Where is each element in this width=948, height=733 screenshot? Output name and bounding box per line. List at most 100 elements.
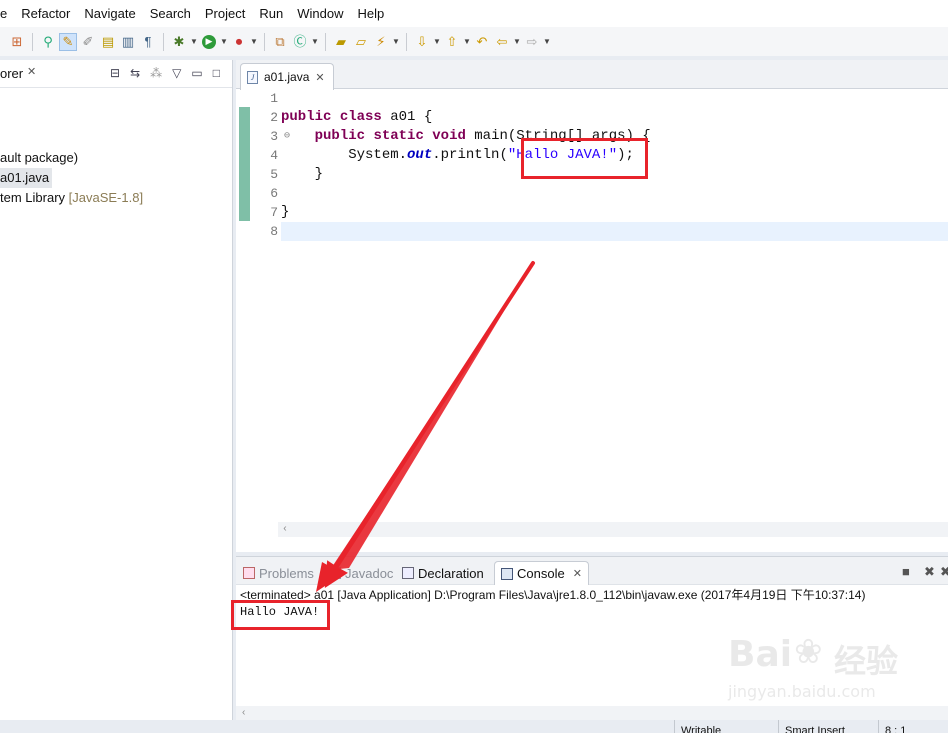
chevron-down-icon[interactable]: ▼ (190, 33, 198, 51)
block-selection-icon[interactable]: ▤ (99, 33, 117, 51)
chevron-down-icon[interactable]: ▼ (250, 33, 258, 51)
horizontal-scrollbar[interactable]: ‹ (278, 522, 948, 537)
status-cursor-position: 8 : 1 (878, 720, 948, 733)
status-bar: Writable Smart Insert 8 : 1 (0, 720, 948, 733)
new-class-icon[interactable]: Ⓒ (291, 33, 309, 51)
run-icon[interactable]: ▶ (200, 33, 218, 51)
chevron-down-icon[interactable]: ▼ (392, 33, 400, 51)
remove-all-icon[interactable]: ✖ (940, 564, 948, 580)
status-writable: Writable (674, 720, 774, 733)
code-line: public class a01 { (281, 108, 948, 127)
code-token: public (281, 109, 332, 125)
console-icon (501, 567, 513, 580)
chevron-down-icon[interactable]: ▼ (543, 33, 551, 51)
maximize-icon[interactable]: □ (213, 66, 220, 80)
code-token: System. (348, 147, 408, 163)
edit-icon[interactable]: ✐ (79, 33, 97, 51)
tree-item-decoration: [JavaSE-1.8] (68, 190, 144, 205)
explorer-title[interactable]: orer (0, 66, 23, 81)
tree-item-label: ault package) (0, 150, 79, 165)
new-icon[interactable]: ⊞ (8, 33, 26, 51)
menu-run[interactable]: Run (252, 0, 290, 27)
tree-item-a01-java[interactable]: a01.java (0, 168, 53, 188)
horizontal-scrollbar[interactable]: ‹ (236, 706, 948, 720)
menu-help[interactable]: Help (350, 0, 391, 27)
tab-label: Console (517, 566, 565, 581)
tab-label: a01.java (264, 70, 310, 84)
tree-item-label: tem Library (0, 190, 69, 205)
menu-project[interactable]: Project (198, 0, 252, 27)
mark-occurrences-icon[interactable]: ✎ (59, 32, 77, 51)
line-number: 5 (270, 167, 278, 182)
chevron-down-icon[interactable]: ▼ (220, 33, 228, 51)
menu-search[interactable]: Search (143, 0, 198, 27)
line-number-gutter: 1 2 3 ⊖ 4 5 6 7 8 (256, 89, 290, 241)
chevron-down-icon[interactable]: ▼ (433, 33, 441, 51)
javadoc-icon (329, 567, 341, 579)
filter-icon[interactable]: ⁂ (150, 66, 162, 80)
code-token: .println( (432, 147, 508, 163)
previous-annotation-icon[interactable]: ⇧ (443, 33, 461, 51)
view-menu-icon[interactable]: ▽ (172, 66, 181, 80)
menu-bar: e Refactor Navigate Search Project Run W… (0, 0, 948, 27)
minimize-icon[interactable]: ▭ (191, 66, 202, 80)
line-number: 7 (270, 205, 278, 220)
show-whitespace-icon[interactable]: ¶ (139, 33, 157, 51)
line-number: 1 (270, 91, 278, 106)
chevron-down-icon[interactable]: ▼ (463, 33, 471, 51)
line-number: 3 ⊖ (270, 129, 290, 144)
new-package-icon[interactable]: ⧉ (271, 33, 289, 51)
main-toolbar: ⊞ ⚲ ✎ ✐ ▤ ▥ ¶ ✱ ▼ ▶ ▼ ⏺ ▼ ⧉ Ⓒ ▼ ▰ ▱ ⚡ ▼ … (0, 27, 948, 56)
tab-javadoc[interactable]: Javadoc (326, 561, 396, 585)
menu-refactor[interactable]: Refactor (14, 0, 77, 27)
toggle-breadcrumb-icon[interactable]: ⚲ (39, 33, 57, 51)
external-tools-icon[interactable]: ⏺ (230, 33, 248, 51)
tree-item-jre-library[interactable]: tem Library [JavaSE-1.8] (0, 188, 143, 208)
tree-item-label: a01.java (0, 170, 50, 185)
close-icon[interactable]: ✕ (315, 71, 324, 84)
menu-edit[interactable]: e (0, 0, 14, 27)
next-annotation-icon[interactable]: ⇩ (413, 33, 431, 51)
terminate-icon[interactable]: ■ (902, 564, 910, 579)
explorer-tab-bar: orer ✕ ⊟ ⇆ ⁂ ▽ ▭ □ (0, 60, 232, 88)
code-token: class (339, 109, 382, 125)
toolbar-separator (406, 32, 407, 51)
tab-label: Declaration (418, 565, 484, 581)
open-type-icon[interactable]: ▰ (332, 33, 350, 51)
search-icon[interactable]: ⚡ (372, 33, 390, 51)
chevron-down-icon[interactable]: ▼ (311, 33, 319, 51)
tab-console[interactable]: Console ✕ (494, 561, 589, 585)
tab-problems[interactable]: Problems (240, 561, 317, 585)
highlight-box-string (521, 138, 648, 179)
debug-icon[interactable]: ✱ (170, 33, 188, 51)
collapse-all-icon[interactable]: ⊟ (110, 66, 120, 80)
bottom-tab-bar: Problems Javadoc Declaration Console ✕ ■… (236, 557, 948, 585)
open-folder-icon[interactable]: ▱ (352, 33, 370, 51)
close-icon[interactable]: ✕ (573, 567, 582, 580)
line-number: 6 (270, 186, 278, 201)
menu-navigate[interactable]: Navigate (77, 0, 142, 27)
tab-declaration[interactable]: Declaration (399, 561, 487, 585)
chevron-down-icon[interactable]: ▼ (513, 33, 521, 51)
forward-icon[interactable]: ⇨ (523, 33, 541, 51)
java-editor: J a01.java ✕ 1 2 3 ⊖ 4 5 6 7 8 public cla… (236, 60, 948, 552)
back-icon[interactable]: ⇦ (493, 33, 511, 51)
current-line (281, 222, 948, 241)
tab-a01-java[interactable]: J a01.java ✕ (240, 63, 334, 90)
line-number: 8 (270, 224, 278, 239)
project-tree: ault package) a01.java tem Library [Java… (0, 148, 143, 208)
problems-icon (243, 567, 255, 579)
toolbar-separator (264, 32, 265, 51)
last-edit-icon[interactable]: ↶ (473, 33, 491, 51)
code-line: } (281, 203, 948, 222)
close-icon[interactable]: ✕ (27, 65, 36, 78)
word-wrap-icon[interactable]: ▥ (119, 33, 137, 51)
console-launch-info: <terminated> a01 [Java Application] D:\P… (240, 588, 866, 602)
package-explorer: orer ✕ ⊟ ⇆ ⁂ ▽ ▭ □ ault package) a01.jav… (0, 60, 233, 720)
link-with-editor-icon[interactable]: ⇆ (130, 66, 140, 80)
remove-launch-icon[interactable]: ✖ (924, 564, 935, 580)
menu-window[interactable]: Window (290, 0, 350, 27)
tree-item-default-package[interactable]: ault package) (0, 148, 143, 168)
